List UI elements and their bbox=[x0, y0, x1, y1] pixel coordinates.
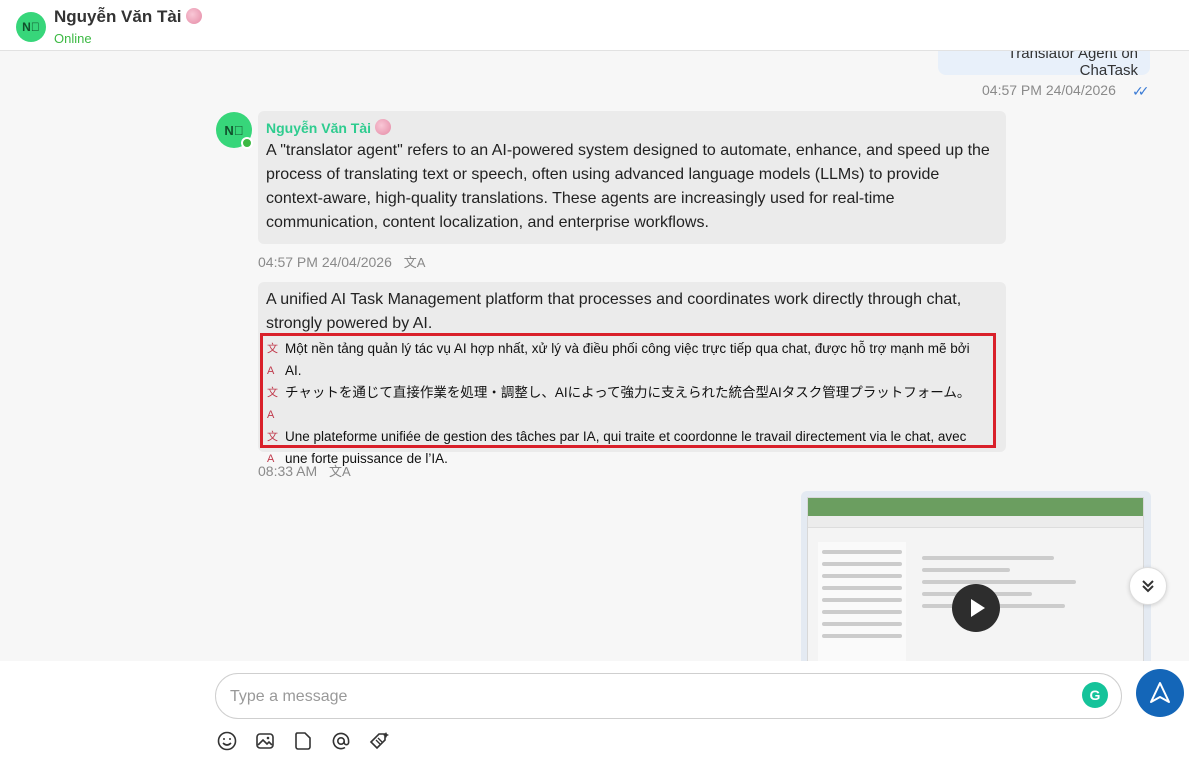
video-message[interactable] bbox=[801, 491, 1151, 661]
send-button[interactable] bbox=[1136, 669, 1184, 717]
sender-name-text: Nguyễn Văn Tài bbox=[266, 120, 372, 136]
translation-text: チャットを通じて直接作業を処理・調整し、AIによって強力に支えられた統合型AIタ… bbox=[285, 385, 971, 400]
translation-text: Một nền tảng quản lý tác vụ AI hợp nhất,… bbox=[285, 341, 970, 378]
brain-emoji-icon bbox=[375, 119, 392, 135]
play-icon[interactable] bbox=[952, 584, 1000, 632]
message-meta: 08:33 AM 文A bbox=[258, 461, 351, 480]
tag-icon[interactable] bbox=[368, 730, 390, 752]
file-icon[interactable] bbox=[292, 730, 314, 752]
translation-text: Une plateforme unifiée de gestion des tâ… bbox=[285, 429, 967, 466]
outgoing-message: Translator Agent on ChaTask bbox=[938, 51, 1150, 79]
translation-item: 文A チャットを通じて直接作業を処理・調整し、AIによって強力に支えられた統合型… bbox=[267, 382, 989, 426]
incoming-message: Nguyễn Văn Tài A "translator agent" refe… bbox=[258, 111, 1006, 244]
sender-name: Nguyễn Văn Tài bbox=[266, 119, 998, 137]
composer-toolbar bbox=[216, 729, 390, 753]
contact-name-text: Nguyễn Văn Tài bbox=[54, 7, 182, 26]
read-receipt-icon: ✓✓ bbox=[1132, 83, 1150, 99]
emoji-icon[interactable] bbox=[216, 730, 238, 752]
brain-emoji-icon bbox=[185, 8, 202, 24]
message-text: A unified AI Task Management platform th… bbox=[266, 291, 962, 332]
translate-icon: 文A bbox=[267, 343, 278, 377]
message-text: A "translator agent" refers to an AI-pow… bbox=[266, 142, 990, 231]
video-thumbnail[interactable] bbox=[807, 497, 1144, 661]
send-icon bbox=[1150, 682, 1170, 703]
message-text: Translator Agent on ChaTask bbox=[1007, 51, 1138, 79]
message-timestamp: 08:33 AM bbox=[258, 463, 318, 479]
message-input[interactable] bbox=[230, 684, 1050, 710]
incoming-message: A unified AI Task Management platform th… bbox=[258, 282, 1006, 466]
online-status: Online bbox=[54, 31, 92, 46]
translation-item: 文A Une plateforme unifiée de gestion des… bbox=[267, 426, 989, 470]
contact-name[interactable]: Nguyễn Văn Tài bbox=[54, 7, 202, 27]
translate-icon[interactable]: 文A bbox=[404, 255, 426, 270]
thumb-content bbox=[918, 548, 1138, 658]
thumb-sidebar bbox=[818, 542, 906, 661]
translate-icon[interactable]: 文A bbox=[329, 464, 351, 479]
chevron-double-down-icon[interactable] bbox=[1129, 567, 1167, 605]
message-timestamp: 04:57 PM 24/04/2026 bbox=[982, 82, 1116, 98]
translation-item: 文A Một nền tảng quản lý tác vụ AI hợp nh… bbox=[267, 338, 989, 382]
avatar[interactable]: N󰀀 bbox=[16, 12, 46, 42]
message-list[interactable]: Translator Agent on ChaTask 04:57 PM 24/… bbox=[0, 51, 1189, 661]
message-meta: 04:57 PM 24/04/2026 文A bbox=[258, 252, 425, 271]
online-indicator bbox=[241, 137, 253, 149]
translations-box: 文A Một nền tảng quản lý tác vụ AI hợp nh… bbox=[260, 333, 996, 466]
chat-header: N󰀀 Nguyễn Văn Tài Online bbox=[0, 0, 1189, 51]
thumb-browser-toolbar bbox=[808, 516, 1143, 528]
image-icon[interactable] bbox=[254, 730, 276, 752]
mention-icon[interactable] bbox=[330, 730, 352, 752]
thumb-browser-tabbar bbox=[808, 498, 1143, 516]
translate-icon: 文A bbox=[267, 387, 278, 421]
message-composer: G bbox=[215, 673, 1122, 719]
message-timestamp: 04:57 PM 24/04/2026 bbox=[258, 254, 392, 270]
grammarly-icon[interactable]: G bbox=[1082, 682, 1108, 708]
